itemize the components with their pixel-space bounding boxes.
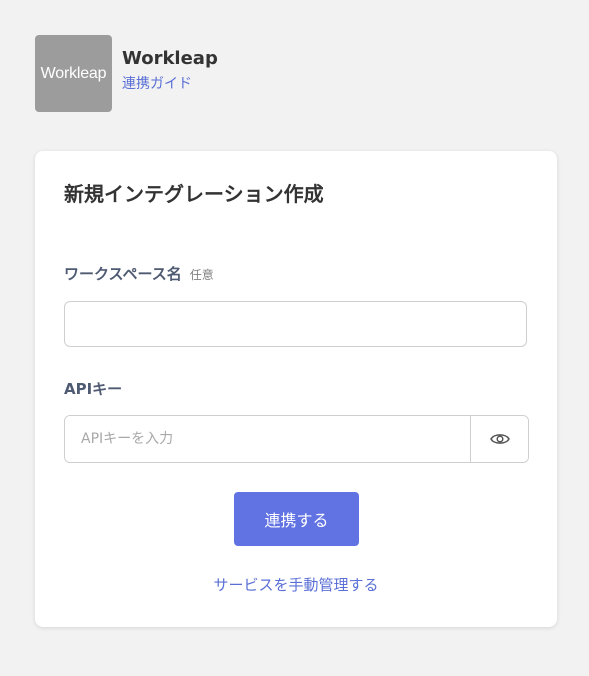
api-key-field — [64, 415, 529, 463]
app-name: Workleap — [122, 47, 218, 69]
workspace-name-label: ワークスペース名 任意 — [64, 264, 214, 285]
page-title: 新規インテグレーション作成 — [64, 182, 324, 206]
eye-icon — [489, 434, 510, 444]
integration-form-card: 新規インテグレーション作成 ワークスペース名 任意 APIキー 連携する サービス… — [35, 151, 557, 627]
optional-badge: 任意 — [189, 268, 214, 282]
header-text: Workleap 連携ガイド — [122, 48, 218, 94]
toggle-visibility-button[interactable] — [470, 416, 528, 462]
workleap-logo: Workleap — [35, 35, 112, 112]
app-header: Workleap Workleap 連携ガイド — [35, 35, 218, 112]
manual-management-link[interactable]: サービスを手動管理する — [35, 574, 557, 596]
workspace-name-label-text: ワークスペース名 — [64, 265, 182, 283]
connect-button[interactable]: 連携する — [234, 492, 359, 546]
api-key-label: APIキー — [64, 380, 123, 398]
integration-guide-link[interactable]: 連携ガイド — [122, 74, 218, 94]
workspace-name-input[interactable] — [64, 301, 527, 347]
api-key-input[interactable] — [65, 416, 470, 462]
logo-text: Workleap — [40, 64, 107, 82]
